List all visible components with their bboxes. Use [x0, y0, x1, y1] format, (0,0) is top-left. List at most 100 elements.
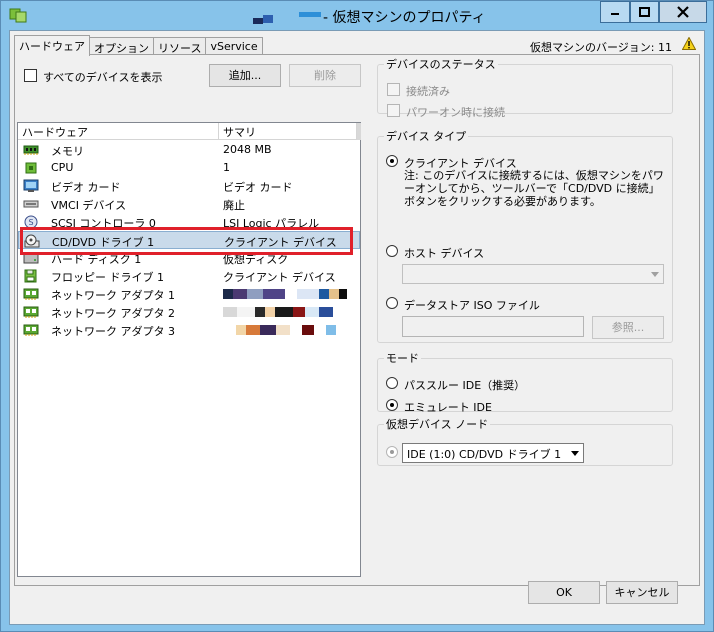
tab-vservice[interactable]: vService [205, 37, 263, 55]
passthrough-ide-radio[interactable] [386, 377, 398, 389]
host-device-label: ホスト デバイス [404, 247, 485, 260]
redacted-title-block [263, 15, 273, 23]
hardware-name: ネットワーク アダプタ 1 [51, 289, 175, 302]
cpu-icon [25, 162, 37, 174]
network-adapter-icon [23, 306, 39, 318]
tab-hardware[interactable]: ハードウェア [14, 35, 90, 56]
hardware-summary: クライアント デバイス [223, 271, 336, 284]
scsi-controller-icon: S [24, 215, 38, 229]
tab-options[interactable]: オプション [89, 37, 154, 55]
connect-at-power-on-checkbox[interactable] [387, 104, 400, 117]
device-status-group: デバイスのステータス 接続済み パワーオン時に接続 [377, 56, 673, 119]
redacted-network-summary [236, 325, 336, 335]
network-adapter-icon [23, 288, 39, 300]
hardware-tab-panel: すべてのデバイスを表示 追加... 削除 ハードウェア サマリ メモリ 2048… [14, 54, 700, 586]
browse-button[interactable]: 参照... [592, 316, 664, 339]
show-all-devices-checkbox[interactable] [24, 69, 37, 82]
hardware-summary: 2048 MB [223, 143, 272, 156]
vmci-icon [23, 200, 39, 208]
hardware-row-network-adapter-1[interactable]: ネットワーク アダプタ 1 [18, 285, 360, 303]
redacted-title-block [253, 18, 263, 24]
show-all-devices-label: すべてのデバイスを表示 [43, 71, 163, 84]
client-device-radio[interactable] [386, 155, 398, 167]
maximize-button[interactable] [630, 1, 659, 23]
mode-legend: モード [386, 352, 419, 365]
mode-group: モード パススルー IDE（推奨） エミュレート IDE [377, 350, 673, 414]
chevron-down-icon [567, 444, 583, 462]
device-type-legend: デバイス タイプ [386, 130, 467, 143]
close-button[interactable] [659, 1, 707, 23]
chevron-down-icon [647, 265, 663, 283]
hardware-name: VMCI デバイス [51, 199, 127, 212]
hardware-summary: LSI Logic パラレル [223, 217, 320, 230]
redacted-network-summary [223, 289, 347, 299]
hardware-summary: 廃止 [223, 199, 245, 212]
hardware-name: フロッピー ドライブ 1 [51, 271, 164, 284]
dialog-client-area: ハードウェア オプション リソース vService 仮想マシンのバージョン: … [9, 30, 705, 625]
host-device-radio[interactable] [386, 245, 398, 257]
title-bar[interactable]: - 仮想マシンのプロパティ [1, 1, 713, 29]
hardware-summary: 1 [223, 161, 230, 174]
passthrough-ide-label: パススルー IDE（推奨） [404, 379, 526, 392]
device-status-legend: デバイスのステータス [386, 58, 496, 71]
hardware-name: ビデオ カード [51, 181, 121, 194]
connected-label: 接続済み [406, 85, 450, 98]
virtual-device-node-value: IDE (1:0) CD/DVD ドライブ 1 [407, 448, 562, 461]
hardware-row-network-adapter-3[interactable]: ネットワーク アダプタ 3 [18, 321, 360, 339]
emulate-ide-label: エミュレート IDE [404, 401, 492, 414]
cancel-button[interactable]: キャンセル [606, 581, 678, 604]
hardware-row-cd-dvd-drive[interactable]: CD/DVD ドライブ 1 クライアント デバイス [18, 231, 360, 249]
device-type-group: デバイス タイプ クライアント デバイス 注: このデバイスに接続するには、仮想… [377, 128, 673, 343]
redacted-title-block [299, 12, 321, 17]
remove-button[interactable]: 削除 [289, 64, 361, 87]
hardware-summary: 仮想ディスク [223, 253, 289, 266]
datastore-iso-path-input[interactable] [402, 316, 584, 337]
add-button[interactable]: 追加... [209, 64, 281, 87]
virtual-device-node-legend: 仮想デバイス ノード [386, 418, 489, 431]
datastore-iso-radio[interactable] [386, 297, 398, 309]
hardware-row-vmci[interactable]: VMCI デバイス 廃止 [18, 195, 360, 213]
hard-disk-icon [23, 253, 39, 264]
hardware-summary: クライアント デバイス [224, 236, 337, 249]
hardware-row-scsi-controller[interactable]: S SCSI コントローラ 0 LSI Logic パラレル [18, 213, 360, 231]
client-device-note: 注: このデバイスに接続するには、仮想マシンをパワーオンしてから、ツールバーで「… [404, 169, 664, 208]
connected-checkbox[interactable] [387, 83, 400, 96]
host-device-select[interactable] [402, 264, 664, 284]
hardware-summary: ビデオ カード [223, 181, 293, 194]
hardware-row-floppy-drive[interactable]: フロッピー ドライブ 1 クライアント デバイス [18, 267, 360, 285]
hardware-name: CD/DVD ドライブ 1 [52, 236, 155, 249]
minimize-button[interactable] [600, 1, 630, 23]
emulate-ide-radio[interactable] [386, 399, 398, 411]
hardware-row-network-adapter-2[interactable]: ネットワーク アダプタ 2 [18, 303, 360, 321]
floppy-icon [24, 269, 37, 283]
hardware-name: ハード ディスク 1 [51, 253, 142, 266]
properties-window: - 仮想マシンのプロパティ ハードウェア オプション リソース vService… [0, 0, 714, 632]
memory-icon [23, 145, 39, 155]
close-icon [677, 6, 689, 18]
header-scroll-stub [357, 123, 361, 140]
connect-at-power-on-label: パワーオン時に接続 [406, 106, 505, 119]
hardware-row-cpu[interactable]: CPU 1 [18, 159, 360, 177]
virtual-device-node-select[interactable]: IDE (1:0) CD/DVD ドライブ 1 [402, 443, 584, 463]
column-header-hardware[interactable]: ハードウェア [18, 123, 219, 140]
hardware-row-memory[interactable]: メモリ 2048 MB [18, 141, 360, 159]
svg-text:S: S [28, 218, 33, 227]
column-header-summary[interactable]: サマリ [219, 123, 357, 140]
hardware-name: ネットワーク アダプタ 3 [51, 325, 175, 338]
hardware-list: ハードウェア サマリ メモリ 2048 MB CPU 1 ビデオ カード ビデオ… [17, 122, 361, 577]
hardware-row-video-card[interactable]: ビデオ カード ビデオ カード [18, 177, 360, 195]
ok-button[interactable]: OK [528, 581, 600, 604]
window-title: - 仮想マシンのプロパティ [323, 10, 486, 26]
warning-icon [682, 37, 696, 50]
virtual-device-node-group: 仮想デバイス ノード IDE (1:0) CD/DVD ドライブ 1 [377, 416, 673, 466]
virtual-device-node-radio [386, 446, 398, 458]
hardware-row-hard-disk[interactable]: ハード ディスク 1 仮想ディスク [18, 249, 360, 267]
minimize-icon [611, 13, 619, 15]
tab-resources[interactable]: リソース [153, 37, 207, 55]
cd-dvd-icon [24, 234, 40, 248]
hardware-name: ネットワーク アダプタ 2 [51, 307, 175, 320]
datastore-iso-label: データストア ISO ファイル [404, 299, 540, 312]
vm-version-label: 仮想マシンのバージョン: 11 [530, 41, 672, 54]
network-adapter-icon [23, 324, 39, 336]
hardware-name: メモリ [51, 145, 84, 158]
